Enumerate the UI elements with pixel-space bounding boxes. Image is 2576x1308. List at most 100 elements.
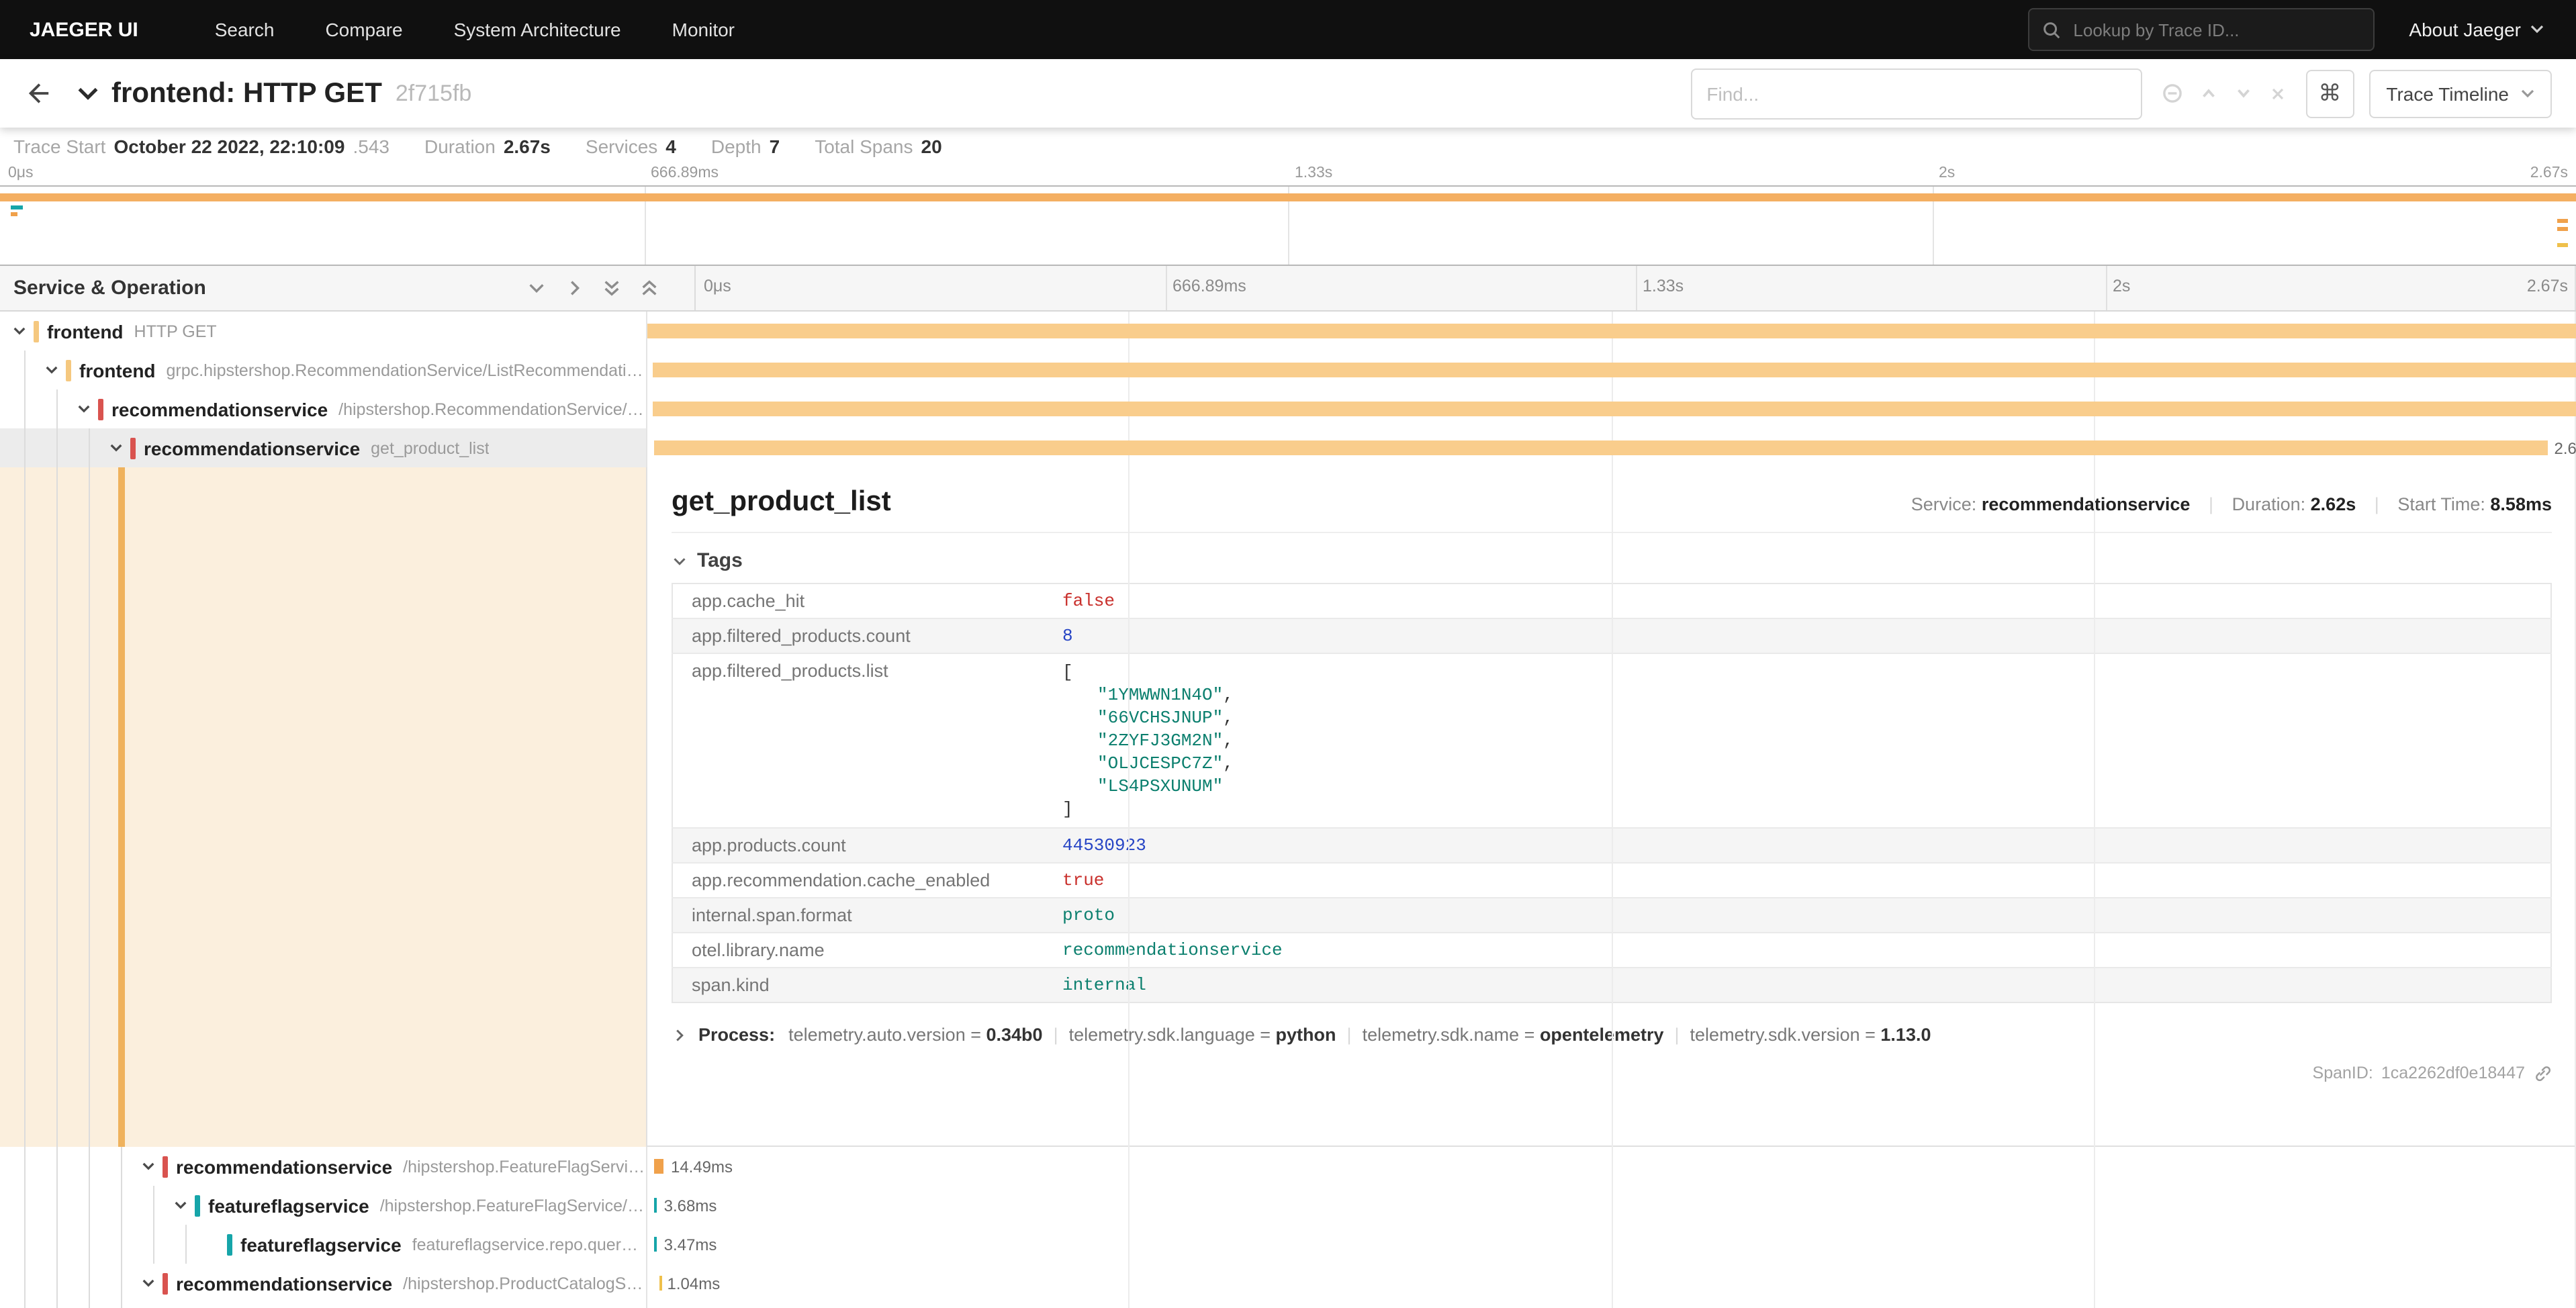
span-name-cell[interactable] (0, 1303, 647, 1308)
about-jaeger-menu[interactable]: About Jaeger (2409, 19, 2544, 40)
trace-lookup-box[interactable] (2027, 8, 2374, 51)
minimap-tick-labels: 0μs666.89ms1.33s2s2.67s (0, 164, 2576, 185)
tag-row: app.filtered_products.list["1YMWWN1N4O",… (672, 653, 2551, 828)
tag-value-string: recommendationservice (1062, 940, 1283, 960)
process-key: telemetry.sdk.name = (1363, 1025, 1540, 1045)
span-name-cell[interactable]: frontendgrpc.hipstershop.RecommendationS… (0, 351, 647, 389)
span-bar-cell[interactable]: 14.49ms (647, 1147, 2576, 1186)
collapse-one-icon[interactable] (564, 278, 584, 298)
tag-row: app.recommendation.cache_enabledtrue (672, 863, 2551, 898)
service-color-chip (98, 398, 103, 420)
nav-item-system-architecture[interactable]: System Architecture (428, 0, 647, 59)
span-bar[interactable] (653, 1159, 664, 1174)
timeline-header-row: Service & Operation 0μs666.89ms1.33s2s2.… (0, 266, 2576, 312)
span-id-label: SpanID: (2313, 1064, 2373, 1082)
span-toggle-icon[interactable] (75, 400, 93, 418)
span-toggle-icon[interactable] (140, 1158, 157, 1175)
tag-value: false (1044, 583, 2551, 618)
json-punct: , (1223, 685, 1234, 705)
nav-item-compare[interactable]: Compare (300, 0, 428, 59)
minimap-span-mark (11, 212, 17, 216)
separator: | (1347, 1025, 1352, 1045)
span-bar[interactable] (653, 440, 2547, 455)
span-bar-cell[interactable] (647, 351, 2576, 389)
span-bar[interactable] (659, 1276, 661, 1291)
span-bar[interactable] (653, 402, 2576, 416)
operation-name: /hipstershop.FeatureFlagServic… (403, 1157, 646, 1176)
span-duration-label: 14.49ms (671, 1158, 733, 1176)
services-label: Services (586, 135, 657, 156)
timeline-tick-label: 2.67s (2527, 277, 2568, 295)
span-bar-cell[interactable]: 3.68ms (647, 1186, 2576, 1225)
app-logo[interactable]: JAEGER UI (30, 18, 138, 41)
selected-span-gutter-line (118, 467, 125, 1147)
expand-one-icon[interactable] (526, 278, 547, 298)
operation-name: get_product_list (371, 438, 490, 457)
span-row-partial (0, 1303, 2576, 1308)
process-section-toggle[interactable]: Process: telemetry.auto.version = 0.34b0… (672, 1025, 2552, 1045)
trace-view-selector[interactable]: Trace Timeline (2368, 69, 2552, 118)
chevron-down-icon (75, 81, 101, 106)
find-clear-icon[interactable] (2268, 84, 2287, 103)
trace-lookup-input[interactable] (2070, 18, 2360, 41)
span-bar-cell[interactable]: 1.04ms (647, 1264, 2576, 1303)
find-results-icon[interactable] (2160, 82, 2183, 105)
span-bar[interactable] (654, 1198, 657, 1213)
trace-collapse-toggle[interactable] (75, 81, 101, 106)
tag-key: app.cache_hit (672, 583, 1044, 618)
span-bar[interactable] (655, 1237, 657, 1252)
tree-controls (526, 278, 659, 298)
timeline-tick-label: 1.33s (1643, 277, 1684, 295)
nav-item-search[interactable]: Search (189, 0, 300, 59)
process-item: telemetry.sdk.language = python (1069, 1025, 1336, 1045)
span-id-value: 1ca2262df0e18447 (2381, 1064, 2525, 1082)
minimap-canvas[interactable] (0, 185, 2576, 266)
span-detail-meta: Service: recommendationservice | Duratio… (1911, 494, 2552, 514)
span-name-cell[interactable]: featureflagservice/hipstershop.FeatureFl… (0, 1186, 647, 1225)
span-name-cell[interactable]: featureflagservicefeatureflagservice.rep… (0, 1225, 647, 1264)
span-bar-cell[interactable] (647, 1303, 2576, 1308)
nav-menu: SearchCompareSystem ArchitectureMonitor (189, 0, 760, 59)
span-name: frontendHTTP GET (0, 312, 646, 351)
span-toggle-icon[interactable] (172, 1197, 189, 1214)
operation-name: /hipstershop.ProductCatalogSer… (403, 1274, 646, 1293)
back-button[interactable] (19, 75, 56, 112)
find-next-icon[interactable] (2233, 83, 2253, 103)
tags-section-toggle[interactable]: Tags (672, 549, 2552, 572)
span-name-cell[interactable]: recommendationserviceget_product_list (0, 428, 647, 467)
span-bar-cell[interactable] (647, 312, 2576, 351)
services-value: 4 (665, 135, 676, 156)
service-operation-header: Service & Operation (13, 277, 206, 299)
span-bar-cell[interactable] (647, 389, 2576, 428)
keyboard-shortcuts-button[interactable]: ⌘ (2305, 69, 2354, 118)
span-toggle-icon[interactable] (11, 322, 28, 340)
span-bar-cell[interactable]: 3.47ms (647, 1225, 2576, 1264)
json-punct: , (1223, 708, 1234, 728)
span-rows-top: frontendHTTP GETfrontendgrpc.hipstershop… (0, 312, 2576, 467)
operation-name: /hipstershop.RecommendationService/Lis… (338, 400, 646, 418)
tree-guide-line (89, 1303, 90, 1308)
command-icon: ⌘ (2318, 80, 2341, 107)
span-name-cell[interactable]: recommendationservice/hipstershop.Produc… (0, 1264, 647, 1303)
span-bar[interactable] (647, 324, 2576, 338)
span-name-cell[interactable]: recommendationservice/hipstershop.Featur… (0, 1147, 647, 1186)
json-string: "66VCHSJNUP" (1097, 708, 1223, 728)
span-toggle-icon[interactable] (107, 439, 125, 457)
tag-key: internal.span.format (672, 898, 1044, 933)
nav-item-monitor[interactable]: Monitor (647, 0, 760, 59)
span-toggle-icon[interactable] (43, 361, 60, 379)
span-name-cell[interactable]: recommendationservice/hipstershop.Recomm… (0, 389, 647, 428)
span-bar-cell[interactable]: 2.62s (647, 428, 2576, 467)
span-name: recommendationserviceget_product_list (0, 428, 646, 467)
span-rows-bottom: recommendationservice/hipstershop.Featur… (0, 1147, 2576, 1303)
find-input[interactable] (1690, 68, 2142, 119)
depth-label: Depth (711, 135, 762, 156)
span-toggle-icon[interactable] (140, 1274, 157, 1292)
expand-all-icon[interactable] (602, 278, 622, 298)
collapse-all-icon[interactable] (639, 278, 659, 298)
find-prev-icon[interactable] (2198, 83, 2218, 103)
copy-link-icon[interactable] (2533, 1064, 2552, 1082)
tag-value-bool: false (1062, 591, 1115, 611)
span-name-cell[interactable]: frontendHTTP GET (0, 312, 647, 351)
span-bar[interactable] (653, 363, 2576, 377)
